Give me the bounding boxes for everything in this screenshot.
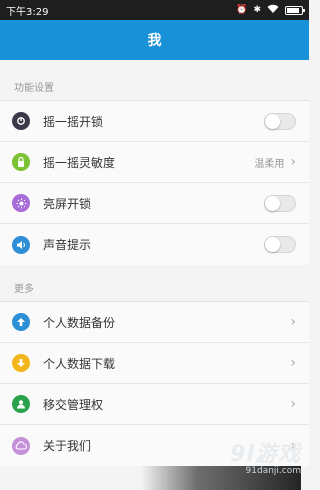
row-label: 关于我们 <box>43 439 92 453</box>
row-about-us[interactable]: 关于我们 › <box>0 425 309 466</box>
shake-unlock-toggle[interactable] <box>264 112 296 130</box>
settings-list: 摇一摇开锁 摇一摇灵敏度 温柔用 › 亮屏开锁 声音提示 <box>0 100 309 265</box>
row-label: 亮屏开锁 <box>43 196 92 211</box>
chevron-right-icon: › <box>290 437 296 454</box>
status-bar: 下午3:29 ⏰ ✱ <box>0 0 309 20</box>
screen-brightness-icon <box>12 194 30 212</box>
row-label: 个人数据下载 <box>43 356 116 371</box>
page-title: 我 <box>147 33 162 49</box>
row-screen-unlock[interactable]: 亮屏开锁 <box>0 183 309 224</box>
row-shake-sensitivity[interactable]: 摇一摇灵敏度 温柔用 › <box>0 142 309 183</box>
bluetooth-icon: ✱ <box>253 5 261 15</box>
battery-icon <box>285 5 305 15</box>
status-time: 下午3:29 <box>6 6 49 18</box>
section-settings: 功能设置 摇一摇开锁 摇一摇灵敏度 温柔用 › 亮屏开锁 声音提示 <box>0 60 309 265</box>
section-more: 更多 个人数据备份 › 个人数据下载 › 移交管理权 › 关于我们 › <box>0 265 309 466</box>
speaker-icon <box>12 235 30 254</box>
sensitivity-value: 温柔用 <box>254 158 285 170</box>
download-icon <box>12 354 30 372</box>
more-list: 个人数据备份 › 个人数据下载 › 移交管理权 › 关于我们 › <box>0 301 309 466</box>
alarm-icon: ⏰ <box>236 5 248 15</box>
status-icons: ⏰ ✱ <box>236 4 305 17</box>
row-label: 摇一摇灵敏度 <box>43 155 116 170</box>
row-label: 个人数据备份 <box>43 315 116 330</box>
shake-unlock-icon <box>12 112 30 130</box>
section-label-more: 更多 <box>14 284 34 295</box>
sound-prompt-toggle[interactable] <box>264 236 296 253</box>
row-data-backup[interactable]: 个人数据备份 › <box>0 302 309 343</box>
chevron-right-icon: › <box>290 396 296 412</box>
row-sound-prompt[interactable]: 声音提示 <box>0 224 309 265</box>
wifi-icon <box>267 4 279 17</box>
screen-unlock-toggle[interactable] <box>264 194 296 212</box>
user-icon <box>12 395 30 413</box>
watermark-url: 91danji.com <box>245 466 301 476</box>
cloud-icon <box>12 436 30 455</box>
chevron-right-icon: › <box>290 154 296 170</box>
row-shake-unlock[interactable]: 摇一摇开锁 <box>0 101 309 142</box>
title-bar: 我 <box>0 20 309 60</box>
row-data-download[interactable]: 个人数据下载 › <box>0 343 309 384</box>
upload-icon <box>12 313 30 331</box>
sensitivity-icon <box>12 153 30 171</box>
row-label: 声音提示 <box>43 238 92 252</box>
section-label-settings: 功能设置 <box>14 83 54 94</box>
chevron-right-icon: › <box>290 314 296 330</box>
chevron-right-icon: › <box>290 355 296 371</box>
row-label: 移交管理权 <box>43 397 104 412</box>
row-transfer-admin[interactable]: 移交管理权 › <box>0 384 309 425</box>
row-label: 摇一摇开锁 <box>43 114 104 129</box>
